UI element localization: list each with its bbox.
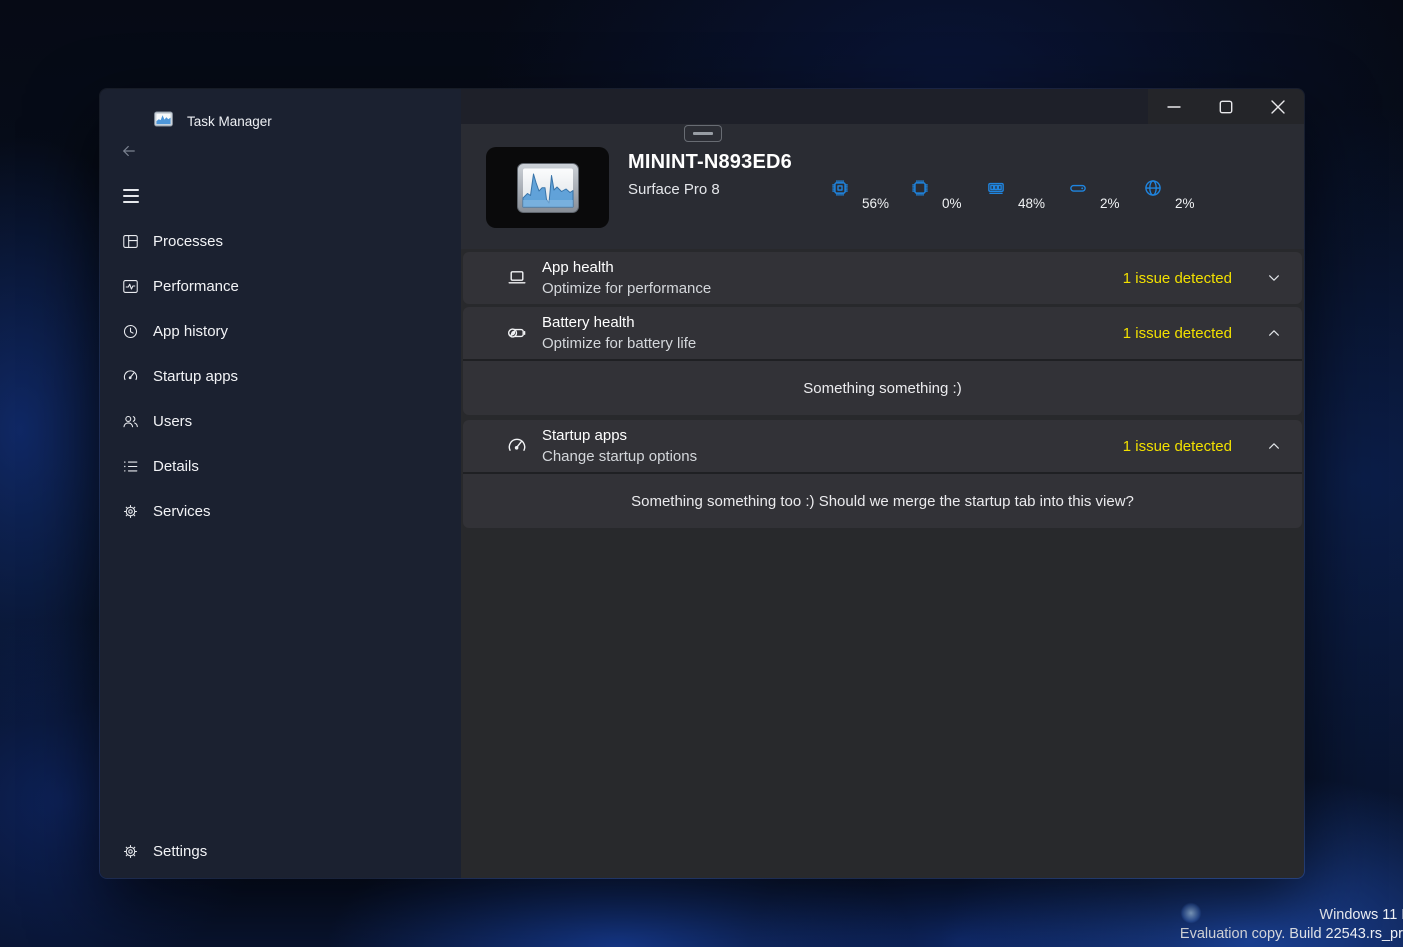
sidebar-item-startup-apps[interactable]: Startup apps	[100, 354, 461, 399]
sidebar-item-settings[interactable]: Settings	[100, 829, 461, 874]
device-name: MININT-N893ED6	[628, 151, 792, 174]
maximize-button[interactable]	[1200, 89, 1252, 124]
battery-health-detail: Something something :)	[463, 361, 1302, 415]
section-subtitle: Optimize for performance	[542, 278, 711, 299]
section-app-health: App health Optimize for performance 1 is…	[463, 252, 1302, 304]
startup-apps-detail: Something something too :) Should we mer…	[463, 474, 1302, 528]
sidebar-item-label: Startup apps	[153, 368, 238, 385]
app-health-row[interactable]: App health Optimize for performance 1 is…	[463, 252, 1302, 304]
evaluation-watermark: Windows 11 P Evaluation copy. Build 2254…	[1180, 906, 1403, 943]
cpu-usage-value: 56%	[862, 196, 889, 211]
sidebar-nav: Processes Performance	[100, 219, 461, 534]
issue-badge: 1 issue detected	[1123, 270, 1232, 287]
network-icon	[1142, 177, 1164, 204]
sidebar-item-label: Processes	[153, 233, 223, 250]
services-icon	[121, 502, 140, 521]
watermark-line2: Evaluation copy. Build 22543.rs_pre	[1180, 925, 1403, 944]
desktop: Windows 11 P Evaluation copy. Build 2254…	[0, 0, 1403, 947]
section-subtitle: Optimize for battery life	[542, 333, 696, 354]
sidebar-item-label: Users	[153, 413, 192, 430]
task-manager-window: Task Manager	[99, 88, 1305, 879]
task-manager-tile-icon	[486, 147, 609, 228]
laptop-icon	[505, 266, 529, 290]
chevron-up-icon	[1266, 438, 1282, 454]
network-usage-stat: 2%	[1142, 177, 1195, 204]
disk-usage-stat: 2%	[1067, 177, 1120, 204]
memory-usage-value: 48%	[1018, 196, 1045, 211]
minimize-button[interactable]	[1148, 89, 1200, 124]
app-logo-row: Task Manager	[154, 111, 272, 132]
gear-icon	[121, 842, 140, 861]
titlebar[interactable]	[461, 89, 1304, 124]
close-button[interactable]	[1252, 89, 1304, 124]
details-icon	[121, 457, 140, 476]
startup-apps-icon	[121, 367, 140, 386]
sidebar-item-label: Services	[153, 503, 211, 520]
section-title: App health	[542, 257, 711, 278]
disk-usage-value: 2%	[1100, 196, 1120, 211]
processes-icon	[121, 232, 140, 251]
sidebar: Task Manager	[100, 89, 461, 878]
gpu-usage-stat: 0%	[909, 177, 962, 204]
sidebar-item-label: Details	[153, 458, 199, 475]
cpu-usage-stat: 56%	[829, 177, 889, 204]
sidebar-item-processes[interactable]: Processes	[100, 219, 461, 264]
cpu-icon	[829, 177, 851, 204]
gauge-icon	[505, 434, 529, 458]
health-sections: App health Optimize for performance 1 is…	[463, 252, 1302, 528]
app-title: Task Manager	[187, 114, 272, 129]
sidebar-item-app-history[interactable]: App history	[100, 309, 461, 354]
task-manager-logo-icon	[154, 111, 173, 132]
sidebar-item-details[interactable]: Details	[100, 444, 461, 489]
section-title: Startup apps	[542, 425, 697, 446]
device-model: Surface Pro 8	[628, 181, 720, 198]
sidebar-item-users[interactable]: Users	[100, 399, 461, 444]
caption-buttons	[1148, 89, 1304, 124]
section-startup-apps: Startup apps Change startup options 1 is…	[463, 420, 1302, 528]
window-drag-handle[interactable]	[684, 125, 722, 142]
gpu-usage-value: 0%	[942, 196, 962, 211]
watermark-line1: Windows 11 P	[1180, 906, 1403, 925]
menu-toggle-button[interactable]	[123, 189, 141, 203]
section-title: Battery health	[542, 312, 696, 333]
issue-badge: 1 issue detected	[1123, 325, 1232, 342]
back-button[interactable]	[118, 141, 140, 163]
performance-icon	[121, 277, 140, 296]
issue-badge: 1 issue detected	[1123, 438, 1232, 455]
users-icon	[121, 412, 140, 431]
sidebar-item-label: Performance	[153, 278, 239, 295]
sidebar-item-label: Settings	[153, 843, 207, 860]
battery-eco-icon	[505, 321, 529, 345]
memory-usage-stat: 48%	[985, 177, 1045, 204]
startup-apps-row[interactable]: Startup apps Change startup options 1 is…	[463, 420, 1302, 472]
chevron-down-icon	[1266, 270, 1282, 286]
app-history-icon	[121, 322, 140, 341]
section-subtitle: Change startup options	[542, 446, 697, 467]
sidebar-item-performance[interactable]: Performance	[100, 264, 461, 309]
battery-health-row[interactable]: Battery health Optimize for battery life…	[463, 307, 1302, 359]
sidebar-item-services[interactable]: Services	[100, 489, 461, 534]
device-header: MININT-N893ED6 Surface Pro 8 56%	[461, 124, 1304, 249]
chevron-up-icon	[1266, 325, 1282, 341]
disk-icon	[1067, 177, 1089, 204]
sidebar-item-label: App history	[153, 323, 228, 340]
main-panel: MININT-N893ED6 Surface Pro 8 56%	[461, 89, 1304, 878]
network-usage-value: 2%	[1175, 196, 1195, 211]
section-battery-health: Battery health Optimize for battery life…	[463, 307, 1302, 415]
memory-icon	[985, 177, 1007, 204]
gpu-icon	[909, 177, 931, 204]
